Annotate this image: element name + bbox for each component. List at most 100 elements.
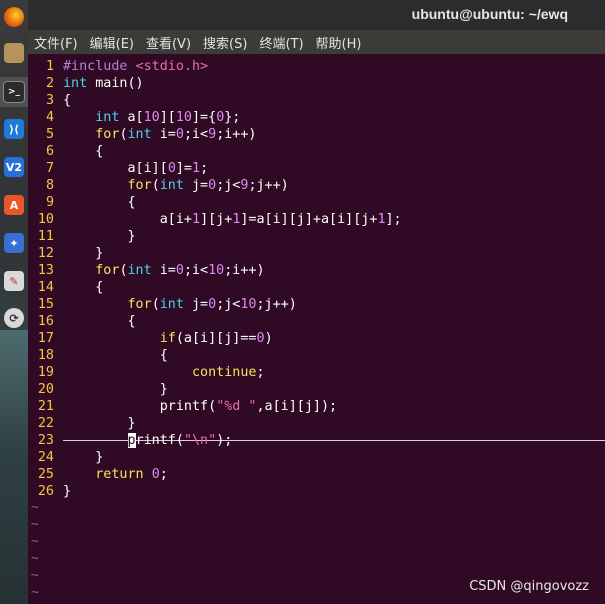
code-line[interactable]: 21 printf("%d ",a[i][j]);	[28, 398, 337, 415]
code-line[interactable]: 12 }	[28, 245, 103, 262]
dock-item-1[interactable]	[0, 38, 28, 68]
code-token: int	[159, 297, 184, 312]
code-line[interactable]: 10 a[i+1][j+1]=a[i][j]+a[i][j+1];	[28, 211, 402, 228]
code-line[interactable]: 13 for(int i=0;i<10;i++)	[28, 262, 265, 279]
menu-item-4[interactable]: 终端(T)	[259, 33, 303, 52]
dock-item-0[interactable]	[0, 2, 28, 32]
code-line[interactable]: 1 #include <stdio.h>	[28, 58, 208, 75]
empty-line-marker: ~	[31, 585, 39, 600]
code-line[interactable]: 8 for(int j=0;j<9;j++)	[28, 177, 289, 194]
dock: >_ ⟩⟨ V2 A ✦ ✎ ⟳	[0, 0, 28, 604]
menu-item-1[interactable]: 编辑(E)	[90, 33, 134, 52]
code-token: ;j++)	[248, 178, 289, 193]
code-token: "%d "	[216, 399, 257, 414]
wallpaper-strip	[0, 330, 28, 604]
code-line[interactable]: 6 {	[28, 143, 103, 160]
code-token: for	[95, 127, 120, 142]
line-number: 11	[37, 229, 54, 244]
code-line[interactable]: 23 printf("\n");	[28, 432, 232, 449]
empty-line-marker: ~	[31, 534, 39, 549]
code-line[interactable]: 26}	[28, 483, 71, 500]
code-token: for	[95, 263, 120, 278]
code-line[interactable]: 16 {	[28, 313, 136, 330]
code-token: {	[63, 314, 136, 329]
line-number: 20	[37, 382, 54, 397]
dock-item-3[interactable]: ⟩⟨	[0, 114, 28, 144]
dock-item-8[interactable]: ⟳	[0, 303, 28, 333]
terminal-icon: >_	[3, 81, 25, 103]
code-token: ;i<	[183, 263, 209, 278]
code-token: return	[95, 467, 144, 482]
window-titlebar[interactable]: ubuntu@ubuntu: ~/ewq	[28, 0, 605, 30]
code-token: {	[63, 195, 136, 210]
code-text: for(int j=0;j<10;j++)	[54, 297, 297, 312]
menu-item-0[interactable]: 文件(F)	[34, 33, 78, 52]
code-line[interactable]: 5 for(int i=0;i<9;i++)	[28, 126, 257, 143]
code-line[interactable]: 9 {	[28, 194, 136, 211]
code-text: }	[54, 484, 71, 499]
files-icon	[4, 43, 24, 63]
code-line[interactable]: 22 }	[28, 415, 136, 432]
code-token: ;i++)	[216, 127, 257, 142]
code-text: }	[54, 229, 135, 244]
code-token: 9	[208, 127, 217, 142]
code-text: {	[54, 348, 168, 363]
firefox-icon	[4, 7, 24, 27]
code-token: (a[i][j]==	[175, 331, 257, 346]
code-token: {	[63, 348, 168, 363]
code-line[interactable]: 15 for(int j=0;j<10;j++)	[28, 296, 297, 313]
code-line[interactable]: 19 continue;	[28, 364, 265, 381]
code-line[interactable]: 17 if(a[i][j]==0)	[28, 330, 273, 347]
code-line[interactable]: 2 int main()	[28, 75, 144, 92]
code-token: ];	[385, 212, 402, 227]
code-token: 10	[175, 110, 192, 125]
code-line[interactable]: 20 }	[28, 381, 168, 398]
line-number: 1	[45, 59, 54, 74]
code-token: j=	[183, 178, 209, 193]
code-token: a[i+	[63, 212, 192, 227]
line-number: 3	[45, 93, 54, 108]
code-token: }	[63, 450, 104, 465]
menu-item-3[interactable]: 搜索(S)	[203, 33, 247, 52]
code-line[interactable]: 14 {	[28, 279, 103, 296]
line-number: 16	[37, 314, 54, 329]
code-line[interactable]: 7 a[i][0]=1;	[28, 160, 208, 177]
menu-item-5[interactable]: 帮助(H)	[316, 33, 362, 52]
code-text: if(a[i][j]==0)	[54, 331, 273, 346]
code-token: 0	[167, 161, 176, 176]
dock-item-7[interactable]: ✎	[0, 266, 28, 296]
code-line[interactable]: 11 }	[28, 228, 136, 245]
code-token: printf(	[63, 399, 217, 414]
line-number: 15	[37, 297, 54, 312]
line-number: 9	[45, 195, 54, 210]
code-token: {	[63, 144, 104, 159]
code-token: ][j+	[200, 212, 233, 227]
line-number: 4	[45, 110, 54, 125]
dock-item-2[interactable]: >_	[0, 77, 28, 107]
code-text: for(int j=0;j<9;j++)	[54, 178, 289, 193]
code-token: 0	[208, 178, 217, 193]
code-line[interactable]: 18 {	[28, 347, 168, 364]
software-center-icon: A	[4, 195, 24, 215]
line-number: 10	[37, 212, 54, 227]
dock-item-4[interactable]: V2	[0, 152, 28, 182]
vim-editor[interactable]: 1 #include <stdio.h> 2 int main() 3{4 int a[…	[28, 54, 605, 604]
code-line[interactable]: 4 int a[10][10]={0};	[28, 109, 240, 126]
dock-item-5[interactable]: A	[0, 190, 28, 220]
code-line[interactable]: 24 }	[28, 449, 103, 466]
code-token: main()	[87, 76, 144, 91]
code-token: "\n"	[183, 433, 217, 448]
code-token: continue	[192, 365, 257, 380]
code-line[interactable]: 3{	[28, 92, 71, 109]
code-token: i=	[151, 263, 176, 278]
code-text: printf("%d ",a[i][j]);	[54, 399, 337, 414]
code-token: (	[151, 297, 160, 312]
code-line[interactable]: 25 return 0;	[28, 466, 168, 483]
menu-item-2[interactable]: 查看(V)	[146, 33, 191, 52]
watermark-text: CSDN @qingovozz	[469, 579, 589, 594]
code-text: continue;	[54, 365, 265, 380]
dock-item-6[interactable]: ✦	[0, 228, 28, 258]
